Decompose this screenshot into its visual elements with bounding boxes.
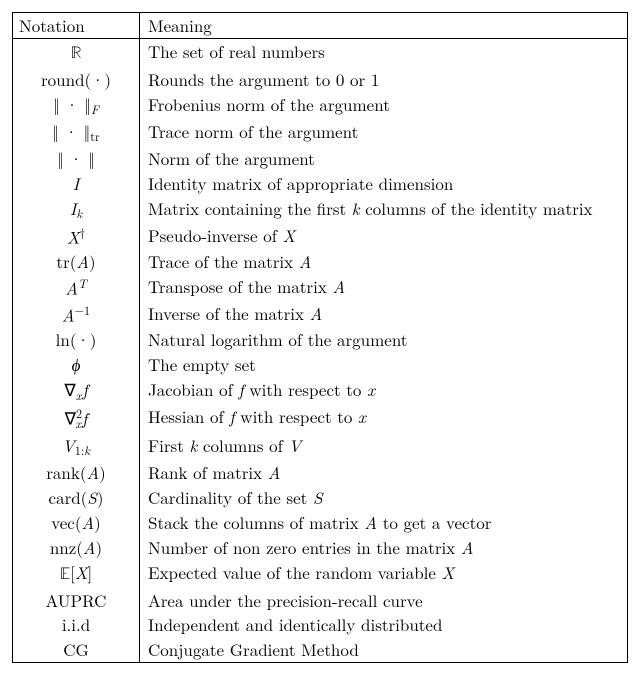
table-row: 𝔼[X]Expected value of the random variabl… [13,560,628,588]
meaning-cell: Jacobian of f with respect to x [140,377,628,404]
notation-cell: AT [13,274,140,301]
table-row: CGConjugate Gradient Method [13,637,628,662]
notation-cell: V1:k [13,433,140,460]
notation-cell: vec(A) [13,510,140,535]
notation-cell: ‖ · ‖F [13,92,140,119]
notation-table: Notation Meaning ℝThe set of real number… [12,12,628,663]
meaning-cell: Rank of matrix A [140,460,628,485]
meaning-cell: Natural logarithm of the argument [140,327,628,352]
notation-cell: I [13,171,140,196]
meaning-cell: Independent and identically distributed [140,612,628,637]
notation-cell: round(·) [13,67,140,92]
table-row: i.i.dIndependent and identically distrib… [13,612,628,637]
meaning-cell: Identity matrix of appropriate dimension [140,171,628,196]
table-row: card(S)Cardinality of the set S [13,485,628,510]
meaning-cell: The empty set [140,352,628,377]
meaning-cell: Stack the columns of matrix A to get a v… [140,510,628,535]
meaning-cell: Frobenius norm of the argument [140,92,628,119]
notation-cell: 𝔼[X] [13,560,140,588]
header-meaning: Meaning [140,13,628,39]
meaning-cell: The set of real numbers [140,38,628,66]
meaning-cell: Area under the precision-recall curve [140,588,628,613]
notation-cell: i.i.d [13,612,140,637]
meaning-cell: First k columns of V [140,433,628,460]
table-row: ℝThe set of real numbers [13,38,628,66]
notation-cell: ∇2x f [13,404,140,433]
table-row: A−1Inverse of the matrix A [13,301,628,328]
notation-cell: ‖ · ‖ [13,146,140,171]
notation-cell: ϕ [13,352,140,377]
notation-cell: A−1 [13,301,140,328]
notation-cell: ℝ [13,38,140,66]
meaning-cell: Conjugate Gradient Method [140,637,628,662]
meaning-cell: Matrix containing the first k columns of… [140,196,628,223]
table-row: round(·)Rounds the argument to 0 or 1 [13,67,628,92]
table-row: AUPRCArea under the precision-recall cur… [13,588,628,613]
notation-cell: CG [13,637,140,662]
notation-cell: nnz(A) [13,535,140,560]
meaning-cell: Hessian of f with respect to x [140,404,628,433]
notation-cell: ‖ · ‖tr [13,119,140,146]
table-header-row: Notation Meaning [13,13,628,39]
meaning-cell: Pseudo-inverse of X [140,223,628,250]
meaning-cell: Transpose of the matrix A [140,274,628,301]
notation-cell: ∇x f [13,377,140,404]
table-row: ‖ · ‖Norm of the argument [13,146,628,171]
notation-cell: tr(A) [13,249,140,274]
notation-cell: card(S) [13,485,140,510]
notation-cell: rank(A) [13,460,140,485]
table-row: ‖ · ‖FFrobenius norm of the argument [13,92,628,119]
table-row: V1:kFirst k columns of V [13,433,628,460]
table-row: nnz(A)Number of non zero entries in the … [13,535,628,560]
table-row: ∇x fJacobian of f with respect to x [13,377,628,404]
table-row: ATTranspose of the matrix A [13,274,628,301]
table-row: ∇2x fHessian of f with respect to x [13,404,628,433]
meaning-cell: Cardinality of the set S [140,485,628,510]
table-row: vec(A)Stack the columns of matrix A to g… [13,510,628,535]
meaning-cell: Norm of the argument [140,146,628,171]
table-row: X†Pseudo-inverse of X [13,223,628,250]
table-row: IkMatrix containing the first k columns … [13,196,628,223]
meaning-cell: Inverse of the matrix A [140,301,628,328]
table-row: ϕThe empty set [13,352,628,377]
table-row: ‖ · ‖trTrace norm of the argument [13,119,628,146]
table-row: IIdentity matrix of appropriate dimensio… [13,171,628,196]
meaning-cell: Trace norm of the argument [140,119,628,146]
table-row: rank(A)Rank of matrix A [13,460,628,485]
notation-cell: Ik [13,196,140,223]
meaning-cell: Expected value of the random variable X [140,560,628,588]
meaning-cell: Rounds the argument to 0 or 1 [140,67,628,92]
meaning-cell: Number of non zero entries in the matrix… [140,535,628,560]
table-row: tr(A)Trace of the matrix A [13,249,628,274]
notation-cell: X† [13,223,140,250]
notation-cell: AUPRC [13,588,140,613]
header-notation: Notation [13,13,140,39]
meaning-cell: Trace of the matrix A [140,249,628,274]
notation-cell: ln(·) [13,327,140,352]
table-row: ln(·)Natural logarithm of the argument [13,327,628,352]
